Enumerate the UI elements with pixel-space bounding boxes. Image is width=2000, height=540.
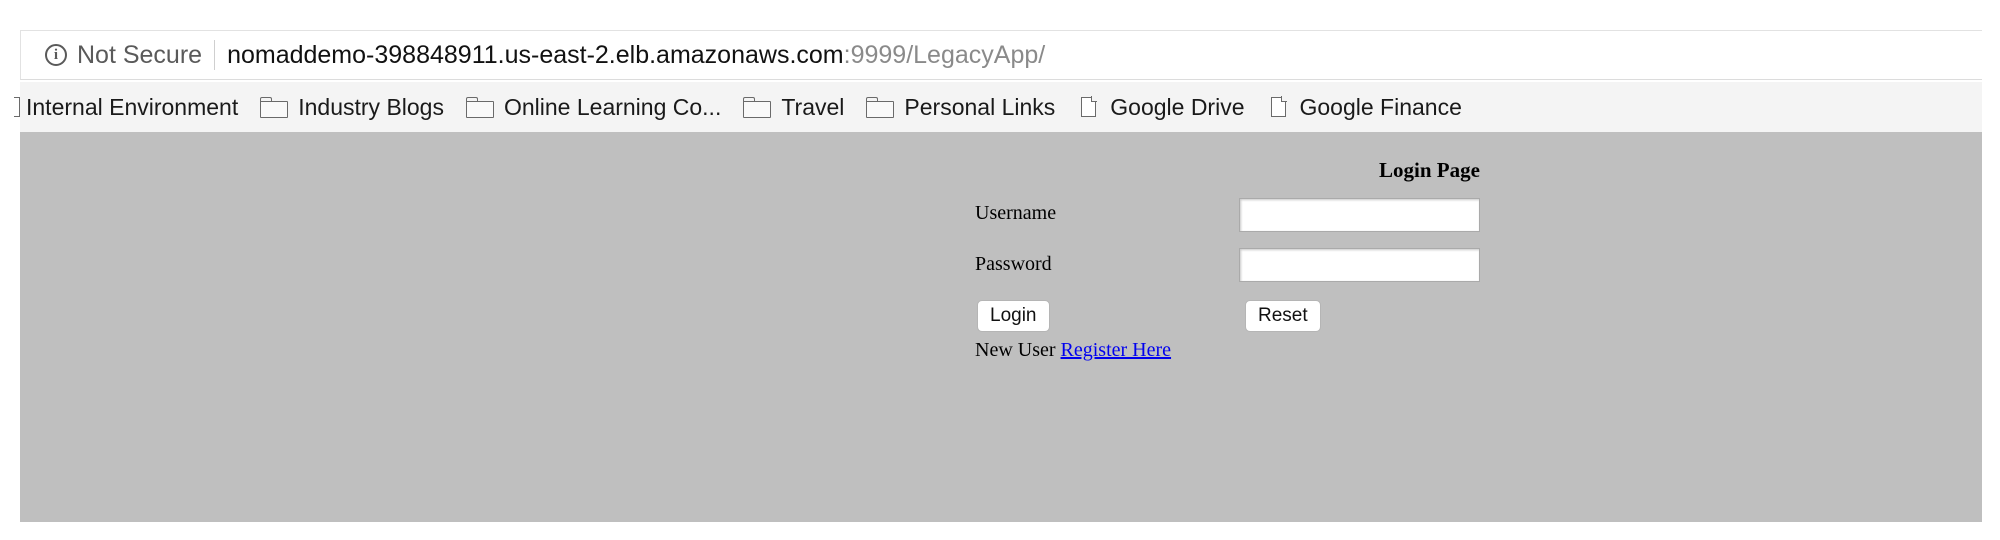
username-label: Username <box>975 202 1057 224</box>
info-icon[interactable]: i <box>45 44 67 66</box>
bookmark-folder-travel[interactable]: Travel <box>743 94 844 121</box>
username-input[interactable] <box>1239 198 1480 232</box>
page-icon <box>1270 96 1287 117</box>
folder-icon <box>260 96 290 118</box>
bookmark-google-finance[interactable]: Google Finance <box>1267 94 1462 121</box>
bookmark-google-drive[interactable]: Google Drive <box>1077 93 1245 121</box>
bookmark-label: Personal Links <box>904 93 1056 120</box>
password-label: Password <box>975 253 1052 275</box>
address-bar[interactable]: i Not Secure nomaddemo-398848911.us-east… <box>20 30 1982 80</box>
register-link[interactable]: Register Here <box>1061 339 1172 361</box>
address-bar-divider <box>214 40 216 70</box>
bookmark-folder-online-learning[interactable]: Online Learning Co... <box>465 93 722 121</box>
password-input[interactable] <box>1239 248 1480 282</box>
new-user-row: New User Register Here <box>975 339 1171 362</box>
folder-icon <box>866 96 896 118</box>
page-icon <box>14 97 20 117</box>
login-button[interactable]: Login <box>977 300 1050 332</box>
folder-icon <box>743 96 773 118</box>
bookmark-label: Google Drive <box>1110 93 1245 120</box>
bookmark-label: Travel <box>781 93 845 120</box>
bookmark-label: Internal Environment <box>26 93 239 120</box>
url-host[interactable]: nomaddemo-398848911.us-east-2.elb.amazon… <box>227 41 844 70</box>
url-path[interactable]: :9999/LegacyApp/ <box>844 41 1046 70</box>
bookmark-folder-industry-blogs[interactable]: Industry Blogs <box>260 94 444 121</box>
new-user-text: New User <box>975 339 1056 361</box>
page-title: Login Page <box>1379 158 1480 182</box>
bookmark-folder-personal-links[interactable]: Personal Links <box>866 94 1055 121</box>
bookmark-internal-environment[interactable]: Internal Environment <box>14 94 238 121</box>
page-icon <box>1081 96 1098 117</box>
reset-button[interactable]: Reset <box>1245 300 1321 332</box>
bookmark-label: Industry Blogs <box>298 93 444 120</box>
bookmark-label: Google Finance <box>1299 93 1462 120</box>
page-content: Login Page Username Password Login Reset… <box>20 132 1982 522</box>
bookmark-label: Online Learning Co... <box>503 93 722 120</box>
bookmarks-bar: Internal Environment Industry Blogs Onli… <box>14 82 1982 132</box>
folder-icon <box>465 96 496 118</box>
security-status-label[interactable]: Not Secure <box>77 41 202 70</box>
